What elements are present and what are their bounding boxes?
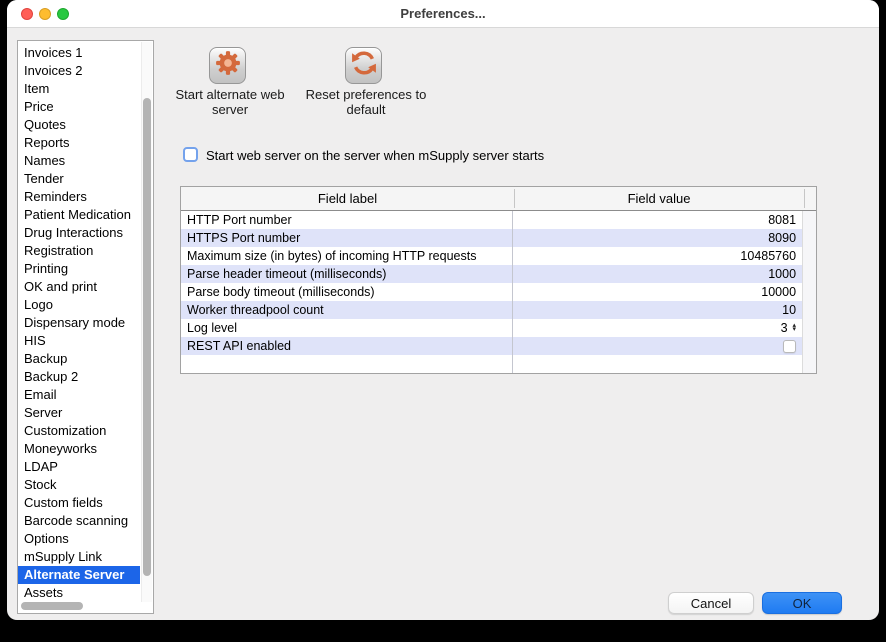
column-divider [514,189,515,208]
row-end-cell [802,229,816,247]
sidebar-item-printing[interactable]: Printing [18,260,140,278]
field-value-cell[interactable]: 10000 [513,283,802,301]
preferences-window: Preferences... Invoices 1Invoices 2ItemP… [7,0,879,620]
field-value-text: 10 [782,303,796,317]
sidebar-vscrollbar-track[interactable] [141,42,152,602]
sidebar-item-customization[interactable]: Customization [18,422,140,440]
sidebar-item-reports[interactable]: Reports [18,134,140,152]
sidebar-item-drug-interactions[interactable]: Drug Interactions [18,224,140,242]
sidebar-list: Invoices 1Invoices 2ItemPriceQuotesRepor… [18,41,153,613]
sidebar-item-ok-and-print[interactable]: OK and print [18,278,140,296]
sidebar-vscrollbar-thumb[interactable] [143,98,151,576]
sidebar-item-options[interactable]: Options [18,530,140,548]
start-alternate-web-server-label: Start alternate web server [164,87,296,117]
sidebar: Invoices 1Invoices 2ItemPriceQuotesRepor… [17,40,154,614]
ok-button[interactable]: OK [762,592,842,614]
reset-preferences-button[interactable] [345,47,382,84]
field-value-text: 10485760 [740,249,796,263]
sidebar-item-reminders[interactable]: Reminders [18,188,140,206]
field-label-cell: Maximum size (in bytes) of incoming HTTP… [181,247,513,265]
table-row[interactable]: Worker threadpool count 10 [181,301,816,319]
sidebar-item-item[interactable]: Item [18,80,140,98]
start-alternate-web-server-button[interactable] [209,47,246,84]
rest-api-checkbox[interactable] [783,340,796,353]
sidebar-item-email[interactable]: Email [18,386,140,404]
field-value-cell[interactable]: 8081 [513,211,802,229]
sidebar-item-tender[interactable]: Tender [18,170,140,188]
column-header-field-value[interactable]: Field value [514,187,804,211]
sidebar-item-logo[interactable]: Logo [18,296,140,314]
gear-icon [214,49,242,82]
sidebar-item-invoices-1[interactable]: Invoices 1 [18,44,140,62]
field-label-cell: HTTP Port number [181,211,513,229]
field-value-text: 8081 [768,213,796,227]
sidebar-item-backup-2[interactable]: Backup 2 [18,368,140,386]
table-header: Field label Field value [181,187,816,211]
sidebar-item-names[interactable]: Names [18,152,140,170]
row-end-cell [802,283,816,301]
start-web-server-checkbox[interactable] [183,147,198,162]
window-title: Preferences... [7,6,879,21]
field-value-cell[interactable]: 1000 [513,265,802,283]
table-row-empty [181,355,816,373]
table-row[interactable]: HTTP Port number 8081 [181,211,816,229]
sidebar-item-his[interactable]: HIS [18,332,140,350]
sidebar-item-assets[interactable]: Assets [18,584,140,602]
row-end-cell [802,301,816,319]
titlebar: Preferences... [7,0,879,28]
field-value-text: 10000 [761,285,796,299]
field-value-cell[interactable]: 3 ▴▾ [513,319,802,337]
field-label-cell: HTTPS Port number [181,229,513,247]
table-row[interactable]: Parse body timeout (milliseconds) 10000 [181,283,816,301]
sidebar-item-custom-fields[interactable]: Custom fields [18,494,140,512]
row-end-cell [802,337,816,355]
table-row[interactable]: Log level 3 ▴▾ [181,319,816,337]
table-row[interactable]: HTTPS Port number 8090 [181,229,816,247]
row-end-cell [802,247,816,265]
field-label-cell: REST API enabled [181,337,513,355]
refresh-icon [350,49,378,82]
table-row[interactable]: Maximum size (in bytes) of incoming HTTP… [181,247,816,265]
cancel-button[interactable]: Cancel [668,592,754,614]
reset-preferences-label: Reset preferences to default [300,87,432,117]
sidebar-item-registration[interactable]: Registration [18,242,140,260]
field-value-text: 1000 [768,267,796,281]
field-value-text: 3 [781,321,788,335]
sidebar-item-invoices-2[interactable]: Invoices 2 [18,62,140,80]
field-value-cell[interactable]: 10485760 [513,247,802,265]
sidebar-item-patient-medication[interactable]: Patient Medication [18,206,140,224]
sidebar-item-moneyworks[interactable]: Moneyworks [18,440,140,458]
preferences-table: Field label Field value HTTP Port number… [180,186,817,374]
sidebar-hscrollbar-thumb[interactable] [21,602,83,610]
sidebar-item-ldap[interactable]: LDAP [18,458,140,476]
field-label-cell: Parse body timeout (milliseconds) [181,283,513,301]
table-row[interactable]: Parse header timeout (milliseconds) 1000 [181,265,816,283]
sidebar-item-msupply-link[interactable]: mSupply Link [18,548,140,566]
column-divider [804,189,805,208]
sidebar-item-server[interactable]: Server [18,404,140,422]
column-header-field-label[interactable]: Field label [181,187,514,211]
field-label-cell: Log level [181,319,513,337]
row-end-cell [802,265,816,283]
sidebar-item-quotes[interactable]: Quotes [18,116,140,134]
table-row[interactable]: REST API enabled [181,337,816,355]
field-value-cell[interactable]: 10 [513,301,802,319]
sidebar-item-stock[interactable]: Stock [18,476,140,494]
field-value-text: 8090 [768,231,796,245]
start-web-server-label: Start web server on the server when mSup… [206,148,544,163]
sidebar-item-dispensary-mode[interactable]: Dispensary mode [18,314,140,332]
field-value-cell[interactable] [513,337,802,355]
sidebar-item-alternate-server[interactable]: Alternate Server [18,566,140,584]
field-label-cell: Worker threadpool count [181,301,513,319]
row-end-cell [802,211,816,229]
field-label-cell: Parse header timeout (milliseconds) [181,265,513,283]
table-body: HTTP Port number 8081 HTTPS Port number 809… [181,211,816,373]
log-level-stepper[interactable]: ▴▾ [793,324,797,333]
row-end-cell [802,319,816,337]
sidebar-item-barcode-scanning[interactable]: Barcode scanning [18,512,140,530]
field-value-cell[interactable]: 8090 [513,229,802,247]
sidebar-item-backup[interactable]: Backup [18,350,140,368]
sidebar-item-price[interactable]: Price [18,98,140,116]
